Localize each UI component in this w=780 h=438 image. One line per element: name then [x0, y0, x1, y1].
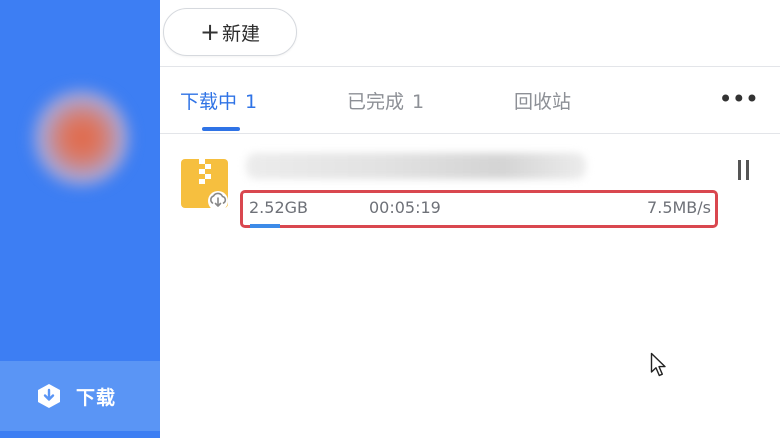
sidebar-item-download[interactable]: 下载	[0, 361, 160, 431]
download-speed: 7.5MB/s	[647, 198, 711, 217]
tab-label: 已完成	[347, 91, 405, 113]
tab-bar: 下载中 1 已完成 1 回收站 •••	[160, 67, 780, 134]
active-tab-indicator	[202, 127, 240, 131]
download-info-highlight: 2.52GB 00:05:19 7.5MB/s	[240, 190, 718, 228]
new-button-label: 新建	[222, 22, 261, 45]
tab-downloading[interactable]: 下载中 1	[180, 87, 257, 114]
avatar[interactable]	[30, 88, 130, 188]
tab-completed[interactable]: 已完成 1	[347, 87, 424, 114]
app-window: 下载 + 新建 下载中 1 已完成 1 回收站 ••• 2.52GB 00:05…	[0, 0, 780, 438]
plus-icon: +	[199, 18, 221, 46]
tab-count: 1	[245, 91, 258, 113]
mouse-cursor-icon	[650, 352, 666, 377]
sidebar: 下载	[0, 0, 160, 438]
pause-icon-bar	[746, 160, 749, 180]
tab-count: 1	[412, 91, 425, 113]
sidebar-item-label: 下载	[76, 386, 117, 409]
zip-cloud-file-icon	[181, 159, 228, 211]
tab-recycle-bin[interactable]: 回收站	[514, 87, 571, 114]
tab-label: 回收站	[514, 91, 572, 113]
pause-icon	[738, 160, 741, 180]
download-shield-icon	[38, 384, 60, 408]
top-bar: + 新建	[160, 0, 780, 67]
pause-button[interactable]	[736, 158, 752, 182]
more-options-button[interactable]: •••	[719, 87, 759, 111]
tab-label: 下载中	[180, 91, 238, 113]
new-button[interactable]: + 新建	[163, 8, 297, 56]
download-progress-bar	[250, 224, 280, 228]
file-name-redacted	[246, 153, 586, 179]
file-size: 2.52GB	[249, 198, 308, 217]
time-remaining: 00:05:19	[369, 198, 441, 217]
